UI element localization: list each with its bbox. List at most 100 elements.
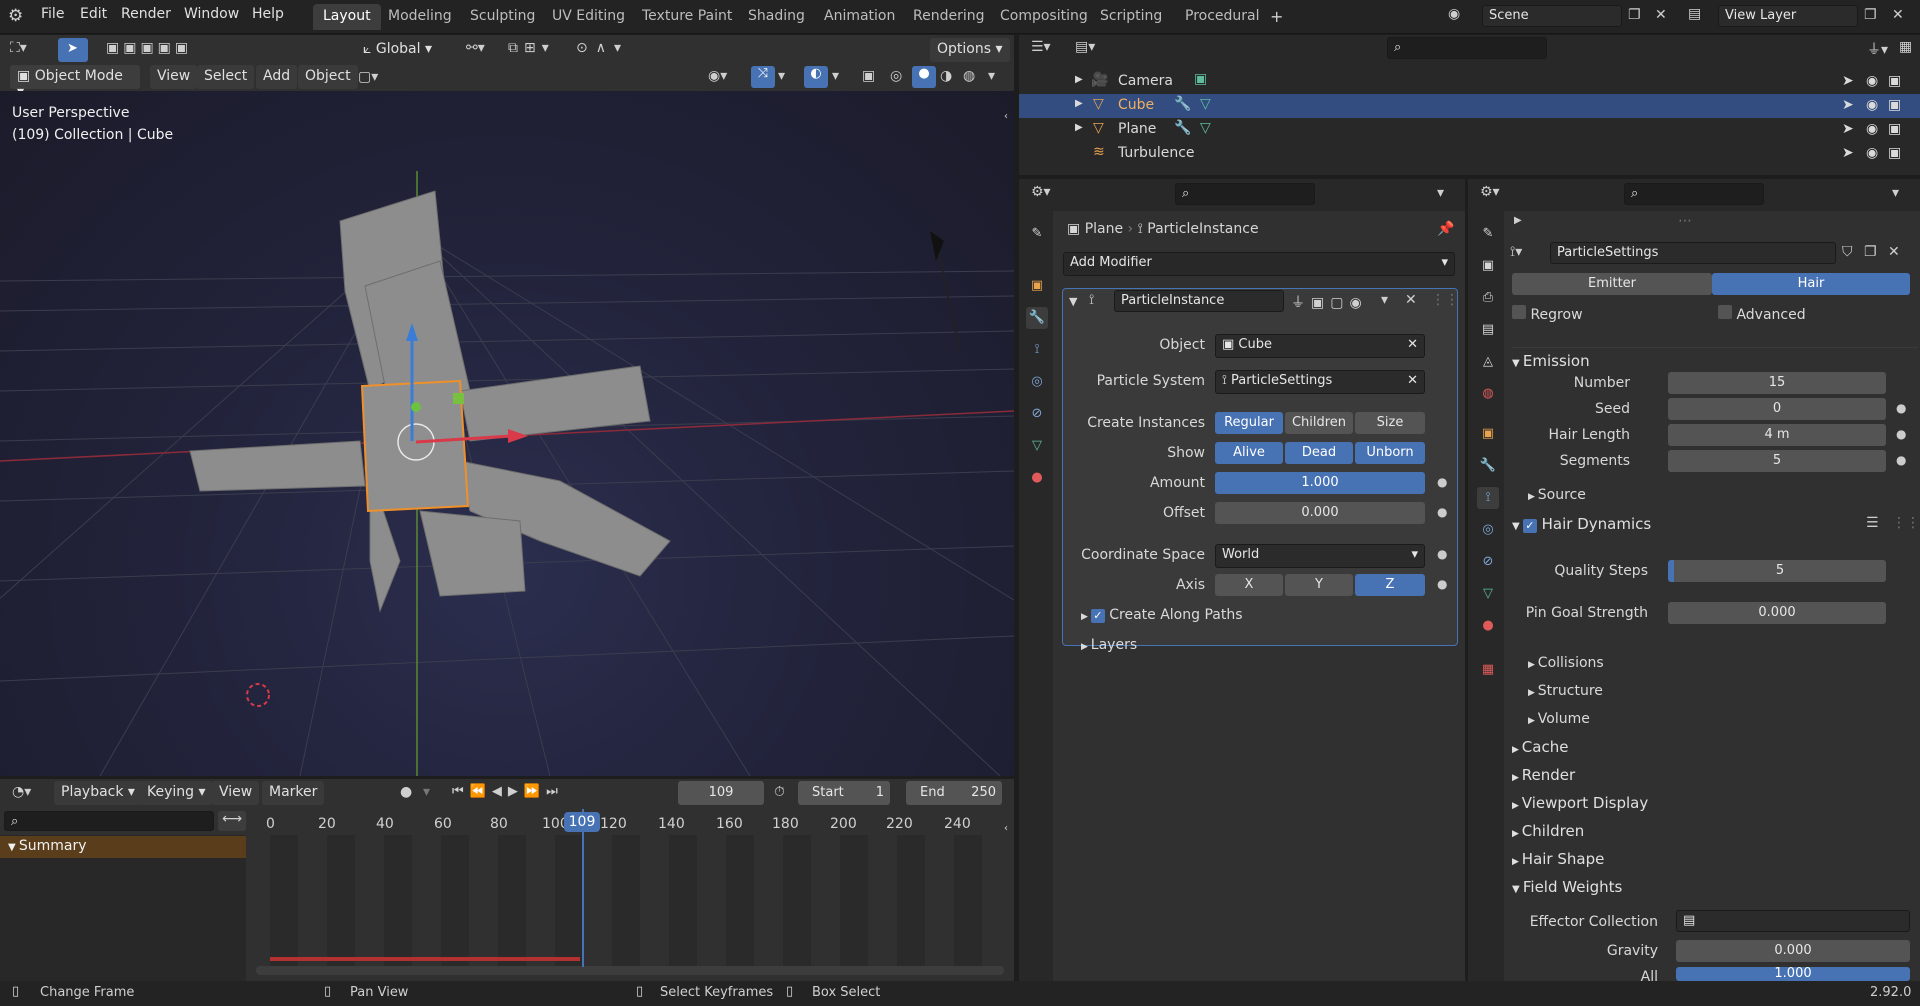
modifier-name-input[interactable]: ParticleInstance bbox=[1114, 290, 1284, 312]
options-button[interactable]: Options ▾ bbox=[930, 38, 1010, 62]
tab-texture-paint[interactable]: Texture Paint bbox=[632, 4, 742, 30]
clear-icon[interactable]: ✕ bbox=[1407, 373, 1418, 388]
pin-goal-slider[interactable]: 0.000 bbox=[1668, 602, 1886, 624]
drag-handle-icon[interactable]: ⋯ bbox=[1678, 213, 1692, 229]
keyframe-dot-icon[interactable]: ● bbox=[1437, 475, 1447, 489]
layers-subpanel[interactable]: ▶ Layers bbox=[1081, 637, 1137, 653]
tab-sculpting[interactable]: Sculpting bbox=[460, 4, 545, 30]
outliner-row-turbulence[interactable]: ≋ Turbulence ➤ ◉ ▣ bbox=[1019, 142, 1920, 166]
output-tab-icon[interactable]: ⎙ bbox=[1477, 287, 1499, 309]
y-gizmo-handle[interactable] bbox=[411, 402, 421, 412]
hair-length-field[interactable]: 4 m bbox=[1668, 424, 1886, 446]
solid-shading-icon[interactable]: ● bbox=[912, 66, 936, 88]
particle-settings-name[interactable]: ParticleSettings bbox=[1550, 242, 1836, 264]
expand-arrow-icon[interactable]: ▶ bbox=[1075, 98, 1083, 109]
modifier-tab-icon[interactable]: 🔧 bbox=[1477, 455, 1499, 477]
keyframe-dot-icon[interactable]: ● bbox=[1437, 505, 1447, 519]
physics-tab-icon[interactable]: ◎ bbox=[1477, 519, 1499, 541]
editor-type-icon[interactable]: ⛶▾ bbox=[10, 40, 27, 56]
transform-orientation[interactable]: ⟀ Global ▾ bbox=[360, 38, 450, 62]
dead-toggle[interactable]: Dead bbox=[1285, 442, 1353, 464]
gizmo-select-icon[interactable]: ▢▾ bbox=[358, 69, 378, 85]
hair-dynamics-section[interactable]: ▼ ✓ Hair Dynamics bbox=[1512, 515, 1918, 541]
hair-tab[interactable]: Hair bbox=[1712, 273, 1910, 295]
overlay-toggle-icon[interactable]: ◐ bbox=[804, 66, 828, 88]
playback-controls-icons[interactable]: ⏮⏪◀▶⏩⏭ bbox=[452, 784, 564, 799]
render-camera-icon[interactable]: ▣ bbox=[1888, 145, 1901, 161]
3d-viewport[interactable]: User Perspective (109) Collection | Cube… bbox=[0, 91, 1014, 776]
gizmo-menu-icon[interactable]: ▾ bbox=[778, 68, 785, 84]
quality-steps-slider[interactable]: 5 bbox=[1668, 560, 1886, 582]
properties-options-icon[interactable]: ▾ bbox=[1437, 185, 1444, 201]
add-modifier-button[interactable]: Add Modifier ▾ bbox=[1063, 252, 1455, 276]
cache-section[interactable]: ▶ Cache bbox=[1512, 738, 1568, 756]
tab-shading[interactable]: Shading bbox=[738, 4, 815, 30]
advanced-checkbox[interactable] bbox=[1718, 305, 1732, 319]
field-weights-section[interactable]: ▼ Field Weights bbox=[1512, 878, 1622, 896]
emission-section[interactable]: ▼ Emission bbox=[1512, 347, 1918, 373]
collisions-subpanel[interactable]: ▶ Collisions bbox=[1528, 655, 1604, 671]
size-toggle[interactable]: Size bbox=[1355, 412, 1425, 434]
axis-z-toggle[interactable]: Z bbox=[1355, 574, 1425, 596]
coord-space-select[interactable]: World ▾ bbox=[1215, 544, 1425, 568]
regrow-checkbox[interactable] bbox=[1512, 305, 1526, 319]
expand-arrow-icon[interactable]: ▶ bbox=[1514, 215, 1522, 226]
menu-help[interactable]: Help bbox=[252, 6, 284, 22]
object-tab-icon[interactable]: ▣ bbox=[1026, 275, 1048, 297]
xy-plane-handle[interactable] bbox=[453, 393, 464, 404]
visibility-icon[interactable]: ◉▾ bbox=[708, 68, 727, 84]
wireframe-shading-icon[interactable]: ◎ bbox=[890, 68, 902, 84]
particles-tab-icon[interactable]: ⟟ bbox=[1477, 487, 1499, 509]
keying-menu[interactable]: Keying ▾ bbox=[140, 781, 213, 805]
keyframe-dot-icon[interactable]: ● bbox=[1896, 453, 1906, 467]
keyframe-dot-icon[interactable]: ● bbox=[1437, 547, 1447, 561]
menu-file[interactable]: File bbox=[41, 6, 64, 22]
properties-options-icon[interactable]: ▾ bbox=[1892, 185, 1899, 201]
keyframe-dot-icon[interactable]: ● bbox=[1896, 427, 1906, 441]
view-layer-field[interactable]: View Layer bbox=[1718, 5, 1858, 27]
selected-cube[interactable] bbox=[360, 379, 470, 513]
scene-icon[interactable]: ◉ bbox=[1448, 6, 1460, 22]
shading-menu-icon[interactable]: ▾ bbox=[988, 68, 995, 84]
constraints-tab-icon[interactable]: ⊘ bbox=[1026, 403, 1048, 425]
particles-tab-icon[interactable]: ⟟ bbox=[1026, 339, 1048, 361]
render-section[interactable]: ▶ Render bbox=[1512, 766, 1575, 784]
outliner-row-camera[interactable]: ▶ 🎥 Camera ▣ ➤ ◉ ▣ bbox=[1019, 70, 1920, 94]
record-options-icon[interactable]: ▾ bbox=[423, 784, 430, 800]
menu-window[interactable]: Window bbox=[184, 6, 239, 22]
pivot-icon[interactable]: ⚯▾ bbox=[466, 40, 485, 56]
children-toggle[interactable]: Children bbox=[1285, 412, 1353, 434]
particle-system-field[interactable]: ⟟ ParticleSettings ✕ bbox=[1215, 370, 1425, 394]
mode-select[interactable]: ▣ Object Mode ▾ bbox=[10, 65, 140, 100]
drag-handle-icon[interactable]: ⋮⋮ bbox=[1431, 292, 1459, 308]
effector-collection-field[interactable]: ▤ bbox=[1676, 910, 1910, 932]
scene-tab-icon[interactable]: ◬ bbox=[1477, 351, 1499, 373]
3d-cursor[interactable] bbox=[246, 683, 270, 707]
selection-mode-icons[interactable]: ▣▣▣▣▣ bbox=[106, 40, 192, 56]
rendered-shading-icon[interactable]: ◍ bbox=[963, 68, 975, 84]
data-tab-icon[interactable]: ▽ bbox=[1477, 583, 1499, 605]
all-slider[interactable]: 1.000 bbox=[1676, 967, 1910, 981]
offset-slider[interactable]: 0.000 bbox=[1215, 502, 1425, 524]
amount-slider[interactable]: 1.000 bbox=[1215, 472, 1425, 494]
source-subpanel[interactable]: ▶ Source bbox=[1528, 487, 1586, 503]
remove-view-layer-icon[interactable]: ✕ bbox=[1892, 7, 1904, 23]
proportional-edit-icons[interactable]: ⊙∧▾ bbox=[576, 40, 629, 56]
presets-list-icon[interactable]: ☰ bbox=[1866, 515, 1879, 531]
viewport-menu-view[interactable]: View bbox=[150, 65, 198, 89]
tool-tab-icon[interactable]: ✎ bbox=[1026, 223, 1048, 245]
view-layer-tab-icon[interactable]: ▤ bbox=[1477, 319, 1499, 341]
particle-search-input[interactable]: ⌕ bbox=[1624, 183, 1764, 205]
modifier-menu-icon[interactable]: ▾ bbox=[1381, 292, 1388, 308]
pin-icon[interactable]: 📌 bbox=[1437, 221, 1454, 237]
hair-dynamics-checkbox[interactable]: ✓ bbox=[1522, 519, 1537, 533]
outliner-editor-icon[interactable]: ☰▾ bbox=[1031, 39, 1051, 55]
world-tab-icon[interactable]: ◍ bbox=[1477, 383, 1499, 405]
modifier-toggle-icons[interactable]: ⏚▣▢◉ bbox=[1291, 292, 1368, 312]
selectable-icon[interactable]: ➤ bbox=[1842, 145, 1854, 161]
number-field[interactable]: 15 bbox=[1668, 372, 1886, 394]
swap-icon[interactable]: ⟷ bbox=[218, 811, 246, 831]
display-mode-icon[interactable]: ▤▾ bbox=[1075, 39, 1095, 55]
advanced-option[interactable]: Advanced bbox=[1718, 305, 1806, 323]
axis-x-toggle[interactable]: X bbox=[1215, 574, 1283, 596]
